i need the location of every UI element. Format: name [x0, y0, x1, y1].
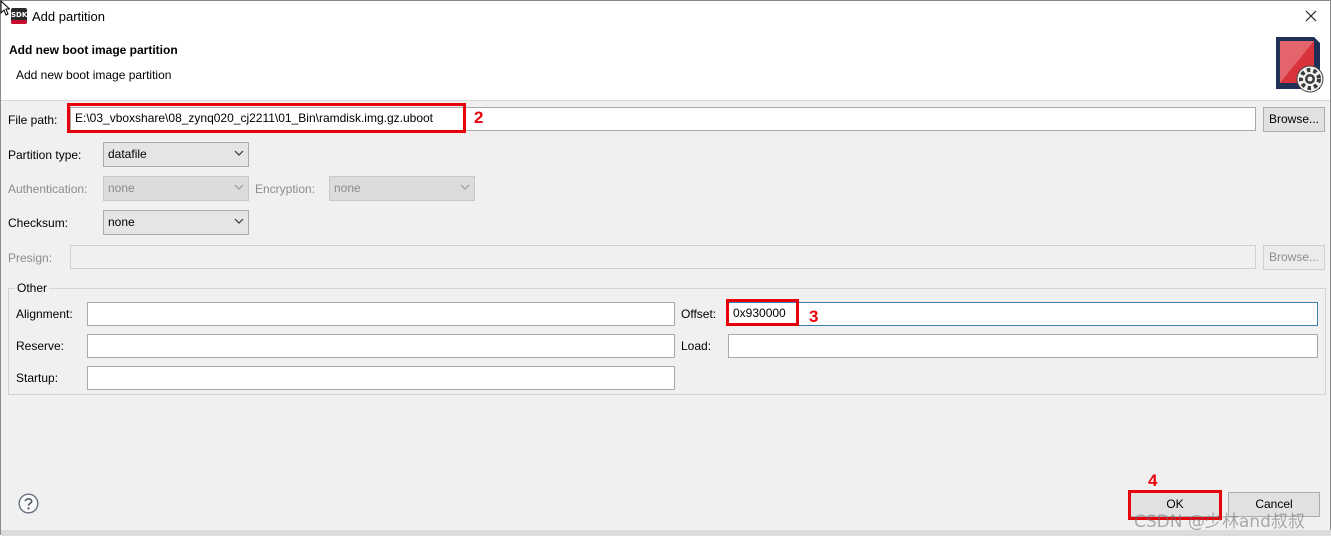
annotation-step-2: 2 — [474, 108, 484, 127]
offset-label: Offset: — [681, 307, 717, 321]
startup-input[interactable] — [87, 366, 675, 390]
chevron-down-icon — [234, 184, 244, 190]
load-label: Load: — [681, 339, 712, 353]
alignment-input[interactable] — [87, 302, 675, 326]
annotation-step-4: 4 — [1148, 471, 1158, 490]
encryption-label: Encryption: — [255, 182, 316, 196]
encryption-select: none — [329, 176, 475, 201]
startup-label: Startup: — [16, 371, 59, 385]
dialog-header: Add new boot image partition Add new boo… — [1, 31, 1330, 101]
gear-partition-icon — [1270, 33, 1328, 95]
reserve-label: Reserve: — [16, 339, 65, 353]
partition-type-label: Partition type: — [8, 148, 82, 162]
file-path-browse-button[interactable]: Browse... — [1263, 107, 1325, 132]
authentication-select: none — [103, 176, 249, 201]
annotation-box-file-path — [67, 103, 466, 133]
help-icon[interactable] — [18, 493, 39, 514]
authentication-value: none — [108, 181, 135, 195]
title-bar: SDK Add partition — [1, 1, 1330, 31]
reserve-input[interactable] — [87, 334, 675, 358]
chevron-down-icon — [234, 218, 244, 224]
mouse-cursor-icon — [0, 0, 11, 19]
checksum-label: Checksum: — [8, 216, 69, 230]
sdk-icon-label: SDK — [11, 11, 27, 19]
presign-browse-button: Browse... — [1263, 245, 1325, 270]
load-input[interactable] — [728, 334, 1318, 358]
chevron-down-icon — [460, 184, 470, 190]
alignment-label: Alignment: — [16, 307, 73, 321]
presign-input — [70, 245, 1256, 269]
other-group-label: Other — [15, 281, 50, 295]
close-icon[interactable] — [1300, 6, 1322, 26]
authentication-label: Authentication: — [8, 182, 88, 196]
partition-type-select[interactable]: datafile — [103, 142, 249, 167]
file-path-label: File path: — [8, 113, 58, 127]
annotation-box-offset — [726, 299, 799, 326]
header-title: Add new boot image partition — [9, 43, 178, 57]
chevron-down-icon — [234, 150, 244, 156]
checksum-value: none — [108, 215, 135, 229]
partition-type-value: datafile — [108, 147, 147, 161]
presign-label: Presign: — [8, 251, 53, 265]
sdk-app-icon: SDK — [11, 8, 27, 24]
window-title: Add partition — [32, 9, 105, 24]
csdn-watermark: CSDN @少林and叔叔 — [1134, 512, 1305, 532]
header-description: Add new boot image partition — [16, 68, 172, 82]
add-partition-dialog: SDK Add partition Add new boot image par… — [0, 0, 1331, 536]
encryption-value: none — [334, 181, 361, 195]
background-window-strip — [1, 530, 1331, 536]
annotation-step-3: 3 — [809, 307, 819, 326]
checksum-select[interactable]: none — [103, 210, 249, 235]
